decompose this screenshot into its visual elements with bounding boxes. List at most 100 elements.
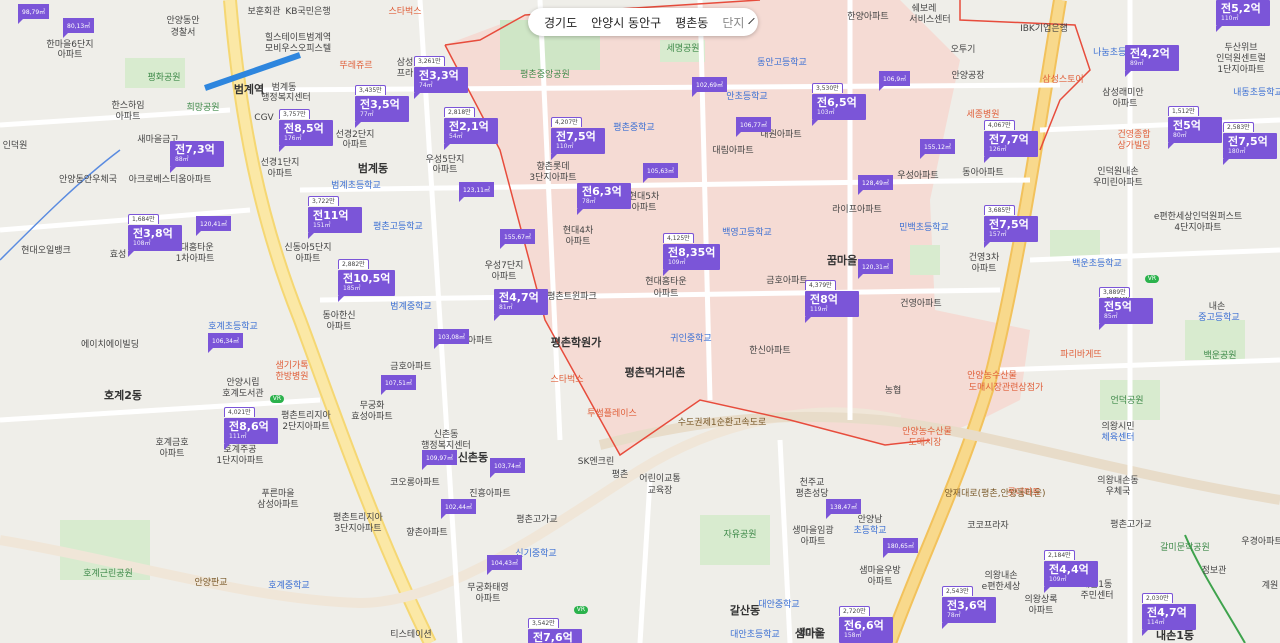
area-marker[interactable]: 120,41㎡ [196,216,231,236]
apartment-price-marker[interactable]: 4,021만 전8,6억 111㎡ VR [224,395,284,450]
map-label: 아파트 [631,203,657,213]
city-selector[interactable]: 안양시 동안구 [584,14,668,31]
apartment-price-marker[interactable]: 3,757만 전8,5억 176㎡ [279,101,333,152]
apartment-price-marker[interactable]: 3,685만 전7,5억 157㎡ [984,197,1038,248]
map-label: 두산위브 [1224,43,1258,53]
marker-tail [1168,143,1180,149]
marker-count: 3,889만 [1099,287,1130,297]
area-marker-label: 102,44㎡ [445,504,472,511]
map-label: 선경1단지 [260,158,300,168]
marker-area: 126㎡ [989,146,1007,153]
map-label: 1단지아파트 [1217,65,1265,75]
area-marker[interactable]: 102,69㎡ [692,77,727,97]
apartment-price-marker[interactable]: 2,818만 전2,1억 54㎡ [444,99,498,150]
area-marker-label: 80,13㎡ [67,23,91,30]
apartment-price-marker[interactable]: 2,184만 전4,4억 109㎡ [1044,542,1098,593]
map-label: 인덕원센트럴 [1216,54,1266,64]
map-label: 아파트 [491,272,517,282]
marker-count: 3,685만 [984,205,1015,215]
marker-tail [422,465,432,470]
area-marker[interactable]: 80,13㎡ [63,18,95,38]
apartment-price-marker[interactable]: 3,542만 전7,6억 VR [528,606,588,643]
apartment-price-marker[interactable]: 전5,2억 110㎡ [1216,0,1270,32]
apartment-price-marker[interactable]: 3,722만 전11억 151㎡ [308,188,362,239]
apartment-price-marker[interactable]: 4,067만 전7,7억 126㎡ [984,112,1038,163]
apartment-price-marker[interactable]: 3,889만 전5억 85㎡ VR [1099,275,1159,330]
apartment-price-marker[interactable]: 3,261만 전3,3억 74㎡ [414,48,468,99]
area-marker[interactable]: 123,11㎡ [459,182,494,202]
area-marker[interactable]: 155,12㎡ [920,139,955,159]
area-marker[interactable]: 106,77㎡ [736,117,771,137]
map-label: 한신아파트 [749,346,791,356]
apartment-price-marker[interactable]: 1,512만 전5억 80㎡ [1168,98,1222,149]
area-marker[interactable]: 128,49㎡ [858,175,893,195]
marker-price: 전4,2억 [1130,47,1170,60]
apartment-price-marker[interactable]: 전4,2억 89㎡ [1125,45,1179,77]
area-marker[interactable]: 180,65㎡ [883,538,918,558]
area-marker[interactable]: 107,51㎡ [381,375,416,395]
apartment-price-marker[interactable]: 2,030만 전4,7억 114㎡ [1142,585,1196,636]
area-label: 호계2동 [103,389,143,402]
area-marker[interactable]: 155,67㎡ [500,229,535,249]
apartment-price-marker[interactable]: 전7,3억 88㎡ [170,141,224,173]
marker-price: 전4,7억 [1147,606,1187,619]
area-marker[interactable]: 102,44㎡ [441,499,476,519]
location-filter-bar[interactable]: 경기도 안양시 동안구 평촌동 단지 [528,8,758,36]
map-label: 인덕원 [2,141,28,151]
marker-area: 81㎡ [499,304,513,311]
map-label: 안양농수산물 [967,371,1017,381]
marker-price: 전6,5억 [817,96,857,109]
area-marker[interactable]: 104,43㎡ [487,555,522,575]
marker-price: 전8,6억 [229,420,269,433]
apartment-price-marker[interactable]: 전6,3억 78㎡ [577,183,631,215]
apartment-price-marker[interactable]: 2,720만 전6,6억 158㎡ [839,598,893,643]
marker-count: 2,030만 [1142,593,1173,603]
map-canvas[interactable]: 보훈회관 KB국민은행 스타벅스 안양동안 경찰서 한마을6단지 아파트 힐스테이트범계역 모비… [0,0,1280,643]
area-marker[interactable]: 120,31㎡ [858,259,893,279]
area-marker-label: 107,51㎡ [385,380,412,387]
apartment-price-marker[interactable]: 3,530만 전6,5억 103㎡ [812,75,866,126]
apartment-price-marker[interactable]: 3,435만 전3,5억 77㎡ [355,77,409,128]
dong-selector[interactable]: 평촌동 [668,14,715,31]
map-label: 백운초등학교 [1072,259,1122,269]
vr-badge-icon: VR [1144,275,1159,283]
apartment-price-marker[interactable]: 2,543만 전3,6억 78㎡ [942,578,996,629]
apartment-price-marker[interactable]: 2,583만 전7,5억 180㎡ [1223,114,1277,165]
map-label: 아파트 [159,449,185,459]
area-marker[interactable]: 103,74㎡ [490,458,525,478]
area-marker[interactable]: 103,08㎡ [434,329,469,349]
marker-body: 전8억 119㎡ [805,291,859,317]
map-label: 대안초등학교 [730,630,780,640]
marker-price: 전10,5억 [343,272,391,285]
map-label: 현대오일뱅크 [21,246,71,256]
marker-area: 158㎡ [844,632,862,639]
area-marker-label: 106,77㎡ [740,122,767,129]
map-label: 동아아파트 [962,168,1004,178]
type-selector[interactable]: 단지 [715,14,751,31]
map-label: IBK기업은행 [1020,24,1068,34]
area-marker[interactable]: 109,97㎡ [422,450,457,470]
area-marker[interactable]: 98,79㎡ [18,4,50,24]
marker-area: 54㎡ [449,133,463,140]
marker-tail [490,473,500,478]
marker-area: 151㎡ [313,222,331,229]
area-marker[interactable]: 105,63㎡ [643,163,678,183]
apartment-price-marker[interactable]: 4,379만 전8억 119㎡ [805,272,859,323]
apartment-price-marker[interactable]: 4,207만 전7,5억 110㎡ [551,109,605,160]
apartment-price-marker[interactable]: 4,125만 전8,35억 109㎡ [663,225,721,276]
area-marker[interactable]: 138,47㎡ [826,499,861,519]
province-selector[interactable]: 경기도 [537,14,584,31]
marker-body: 전7,7억 126㎡ [984,131,1038,157]
map-label: 교육장 [647,486,673,496]
marker-body: 전7,5억 110㎡ [551,128,605,154]
map-label: 무궁화 [359,401,385,411]
map-label: 평촌고가교 [1110,520,1152,530]
apartment-price-marker[interactable]: 1,684만 전3,8억 108㎡ [128,206,182,257]
area-marker[interactable]: 106,34㎡ [208,333,243,353]
marker-area: 109㎡ [1049,576,1067,583]
marker-body: 전3,5억 77㎡ [355,96,409,122]
area-marker[interactable]: 106,9㎡ [879,71,911,91]
apartment-price-marker[interactable]: 2,882만 전10,5억 185㎡ [338,251,396,302]
marker-price: 전4,7억 [499,291,539,304]
apartment-price-marker[interactable]: 전4,7억 81㎡ [494,289,548,321]
